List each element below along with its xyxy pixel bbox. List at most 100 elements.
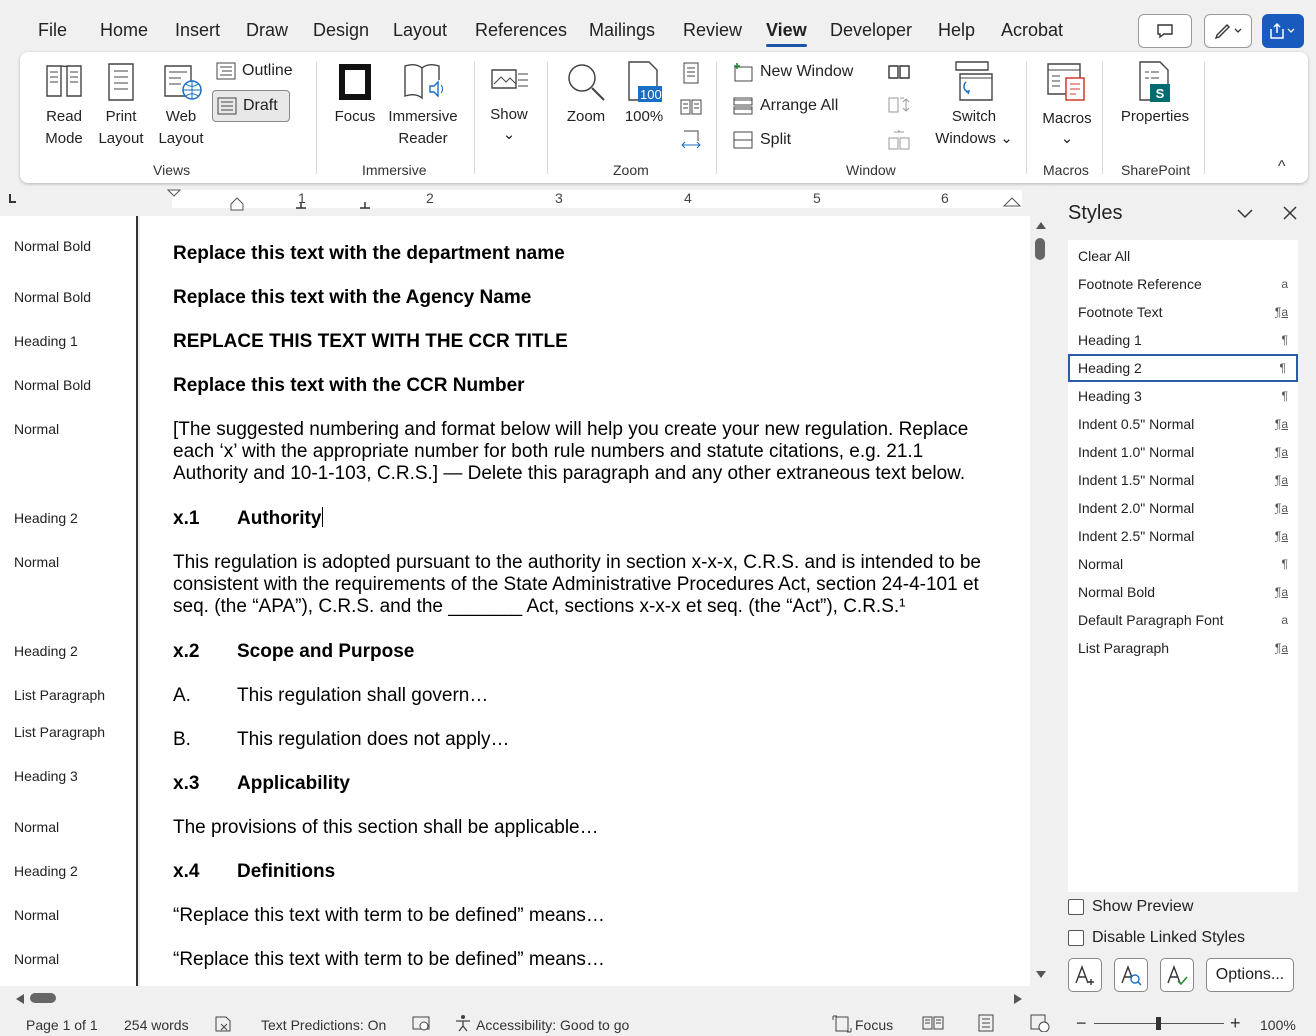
horizontal-ruler[interactable]: 1 2 3 4 5 6 [0, 186, 1050, 216]
style-item[interactable]: Default Paragraph Font a [1068, 606, 1298, 634]
tab-view[interactable]: View [766, 20, 807, 47]
scrollbar-thumb[interactable] [1035, 238, 1045, 260]
arrange-all-button[interactable]: Arrange All [732, 96, 838, 116]
style-item[interactable]: Heading 3 ¶ [1068, 382, 1298, 410]
scroll-right-icon[interactable] [1012, 992, 1024, 1006]
horizontal-scrollbar[interactable] [0, 986, 1050, 1010]
tab-developer[interactable]: Developer [830, 20, 912, 41]
scroll-down-icon[interactable] [1034, 970, 1048, 980]
page-width-icon[interactable] [680, 130, 702, 150]
reset-window-position-icon[interactable] [888, 130, 910, 150]
focus-mode-button[interactable]: Focus [855, 1017, 893, 1033]
close-icon[interactable] [1282, 205, 1298, 221]
word-count[interactable]: 254 words [124, 1017, 189, 1033]
style-item-clear-all[interactable]: Clear All [1068, 242, 1298, 270]
department-line[interactable]: Replace this text with the department na… [173, 243, 565, 265]
style-inspector-button[interactable] [1114, 958, 1148, 992]
view-side-by-side-icon[interactable] [888, 64, 910, 80]
tab-home[interactable]: Home [100, 20, 148, 41]
heading-scope[interactable]: x.2 Scope and Purpose [173, 641, 414, 663]
style-item[interactable]: Heading 1 ¶ [1068, 326, 1298, 354]
style-item[interactable]: Indent 2.5" Normal ¶a [1068, 522, 1298, 550]
style-item[interactable]: Footnote Reference a [1068, 270, 1298, 298]
new-window-button[interactable]: New Window [732, 62, 853, 82]
heading-definitions[interactable]: x.4 Definitions [173, 861, 335, 883]
show-preview-checkbox[interactable]: Show Preview [1068, 898, 1193, 916]
vertical-scrollbar[interactable] [1030, 216, 1052, 986]
split-button[interactable]: Split [732, 130, 791, 150]
outline-button[interactable]: Outline [216, 62, 293, 80]
style-item[interactable]: Normal Bold ¶a [1068, 578, 1298, 606]
tab-insert[interactable]: Insert [175, 20, 220, 41]
hscrollbar-thumb[interactable] [30, 993, 56, 1003]
draft-button[interactable]: Draft [212, 90, 290, 122]
tab-help[interactable]: Help [938, 20, 975, 41]
share-button[interactable] [1262, 14, 1304, 48]
read-mode-view-icon[interactable] [922, 1015, 944, 1031]
style-item[interactable]: Indent 2.0" Normal ¶a [1068, 494, 1298, 522]
style-item[interactable]: Indent 1.0" Normal ¶a [1068, 438, 1298, 466]
tab-mailings[interactable]: Mailings [589, 20, 655, 41]
checkbox-box[interactable] [1068, 899, 1084, 915]
zoom-out-icon[interactable]: − [1076, 1013, 1087, 1034]
scroll-up-icon[interactable] [1034, 220, 1048, 230]
instruction-paragraph[interactable]: Authority and 10-1-103, C.R.S.] — Delete… [173, 463, 965, 485]
editing-mode-button[interactable] [1204, 14, 1252, 48]
text-predictions-status[interactable]: Text Predictions: On [261, 1017, 386, 1033]
heading-applicability[interactable]: x.3 Applicability [173, 773, 350, 795]
synchronous-scrolling-icon[interactable] [888, 96, 910, 114]
tab-file[interactable]: File [38, 20, 67, 41]
instruction-paragraph[interactable]: [The suggested numbering and format belo… [173, 419, 968, 441]
checkbox-box[interactable] [1068, 930, 1084, 946]
new-style-button[interactable] [1068, 958, 1102, 992]
definition-paragraph[interactable]: “Replace this text with term to be defin… [173, 905, 605, 927]
document-body[interactable]: Replace this text with the department na… [140, 216, 1030, 986]
tab-draw[interactable]: Draw [246, 20, 288, 41]
authority-paragraph[interactable]: seq. (the “APA”), C.R.S. and the _______… [173, 596, 905, 618]
tab-review[interactable]: Review [683, 20, 742, 41]
style-options-button[interactable]: Options... [1206, 958, 1294, 992]
multiple-pages-icon[interactable] [680, 98, 702, 116]
ruler-number: 5 [813, 190, 821, 206]
list-item[interactable]: B. This regulation does not apply… [173, 729, 510, 751]
style-item[interactable]: Footnote Text ¶a [1068, 298, 1298, 326]
definition-paragraph[interactable]: “Replace this text with term to be defin… [173, 949, 605, 971]
tab-design[interactable]: Design [313, 20, 369, 41]
tab-layout[interactable]: Layout [393, 20, 447, 41]
authority-paragraph[interactable]: This regulation is adopted pursuant to t… [173, 552, 981, 574]
accessibility-status[interactable]: Accessibility: Good to go [476, 1017, 629, 1033]
zoom-level[interactable]: 100% [1260, 1017, 1296, 1033]
zoom-in-icon[interactable]: + [1230, 1013, 1241, 1034]
style-item-selected[interactable]: Heading 2 ¶ [1068, 354, 1298, 382]
tab-references[interactable]: References [475, 20, 567, 41]
style-item[interactable]: Normal ¶ [1068, 550, 1298, 578]
print-layout-view-icon[interactable] [978, 1014, 994, 1032]
list-item[interactable]: A. This regulation shall govern… [173, 685, 488, 707]
heading-authority[interactable]: x.1 Authority [173, 507, 324, 530]
character-style-icon: a [1281, 277, 1288, 291]
applicability-paragraph[interactable]: The provisions of this section shall be … [173, 817, 599, 839]
style-item[interactable]: Indent 0.5" Normal ¶a [1068, 410, 1298, 438]
scroll-left-icon[interactable] [14, 992, 26, 1006]
macro-recording-icon[interactable] [412, 1016, 432, 1032]
tab-acrobat[interactable]: Acrobat [1001, 20, 1063, 41]
comments-button[interactable] [1138, 14, 1192, 48]
style-item[interactable]: List Paragraph ¶a [1068, 634, 1298, 662]
instruction-paragraph[interactable]: each ‘x’ with the appropriate number for… [173, 441, 923, 463]
manage-styles-button[interactable] [1160, 958, 1194, 992]
ccr-number-line[interactable]: Replace this text with the CCR Number [173, 375, 525, 397]
ribbon: Read Mode Print Layout Web Layout Outlin… [20, 52, 1308, 183]
one-page-icon[interactable] [682, 62, 700, 84]
authority-paragraph[interactable]: consistent with the requirements of the … [173, 574, 979, 596]
styles-list[interactable]: Clear All Footnote Reference a Footnote T… [1068, 240, 1298, 892]
zoom-slider-thumb[interactable] [1156, 1017, 1161, 1030]
collapse-ribbon-icon[interactable]: ^ [1278, 158, 1286, 176]
proofing-icon[interactable] [214, 1016, 234, 1032]
disable-linked-styles-checkbox[interactable]: Disable Linked Styles [1068, 929, 1245, 947]
style-item[interactable]: Indent 1.5" Normal ¶a [1068, 466, 1298, 494]
agency-line[interactable]: Replace this text with the Agency Name [173, 287, 531, 309]
page-count[interactable]: Page 1 of 1 [26, 1017, 98, 1033]
ccr-title-heading[interactable]: REPLACE THIS TEXT WITH THE CCR TITLE [173, 331, 568, 353]
pane-options-chevron-icon[interactable] [1236, 208, 1254, 220]
web-layout-view-icon[interactable] [1030, 1014, 1050, 1032]
